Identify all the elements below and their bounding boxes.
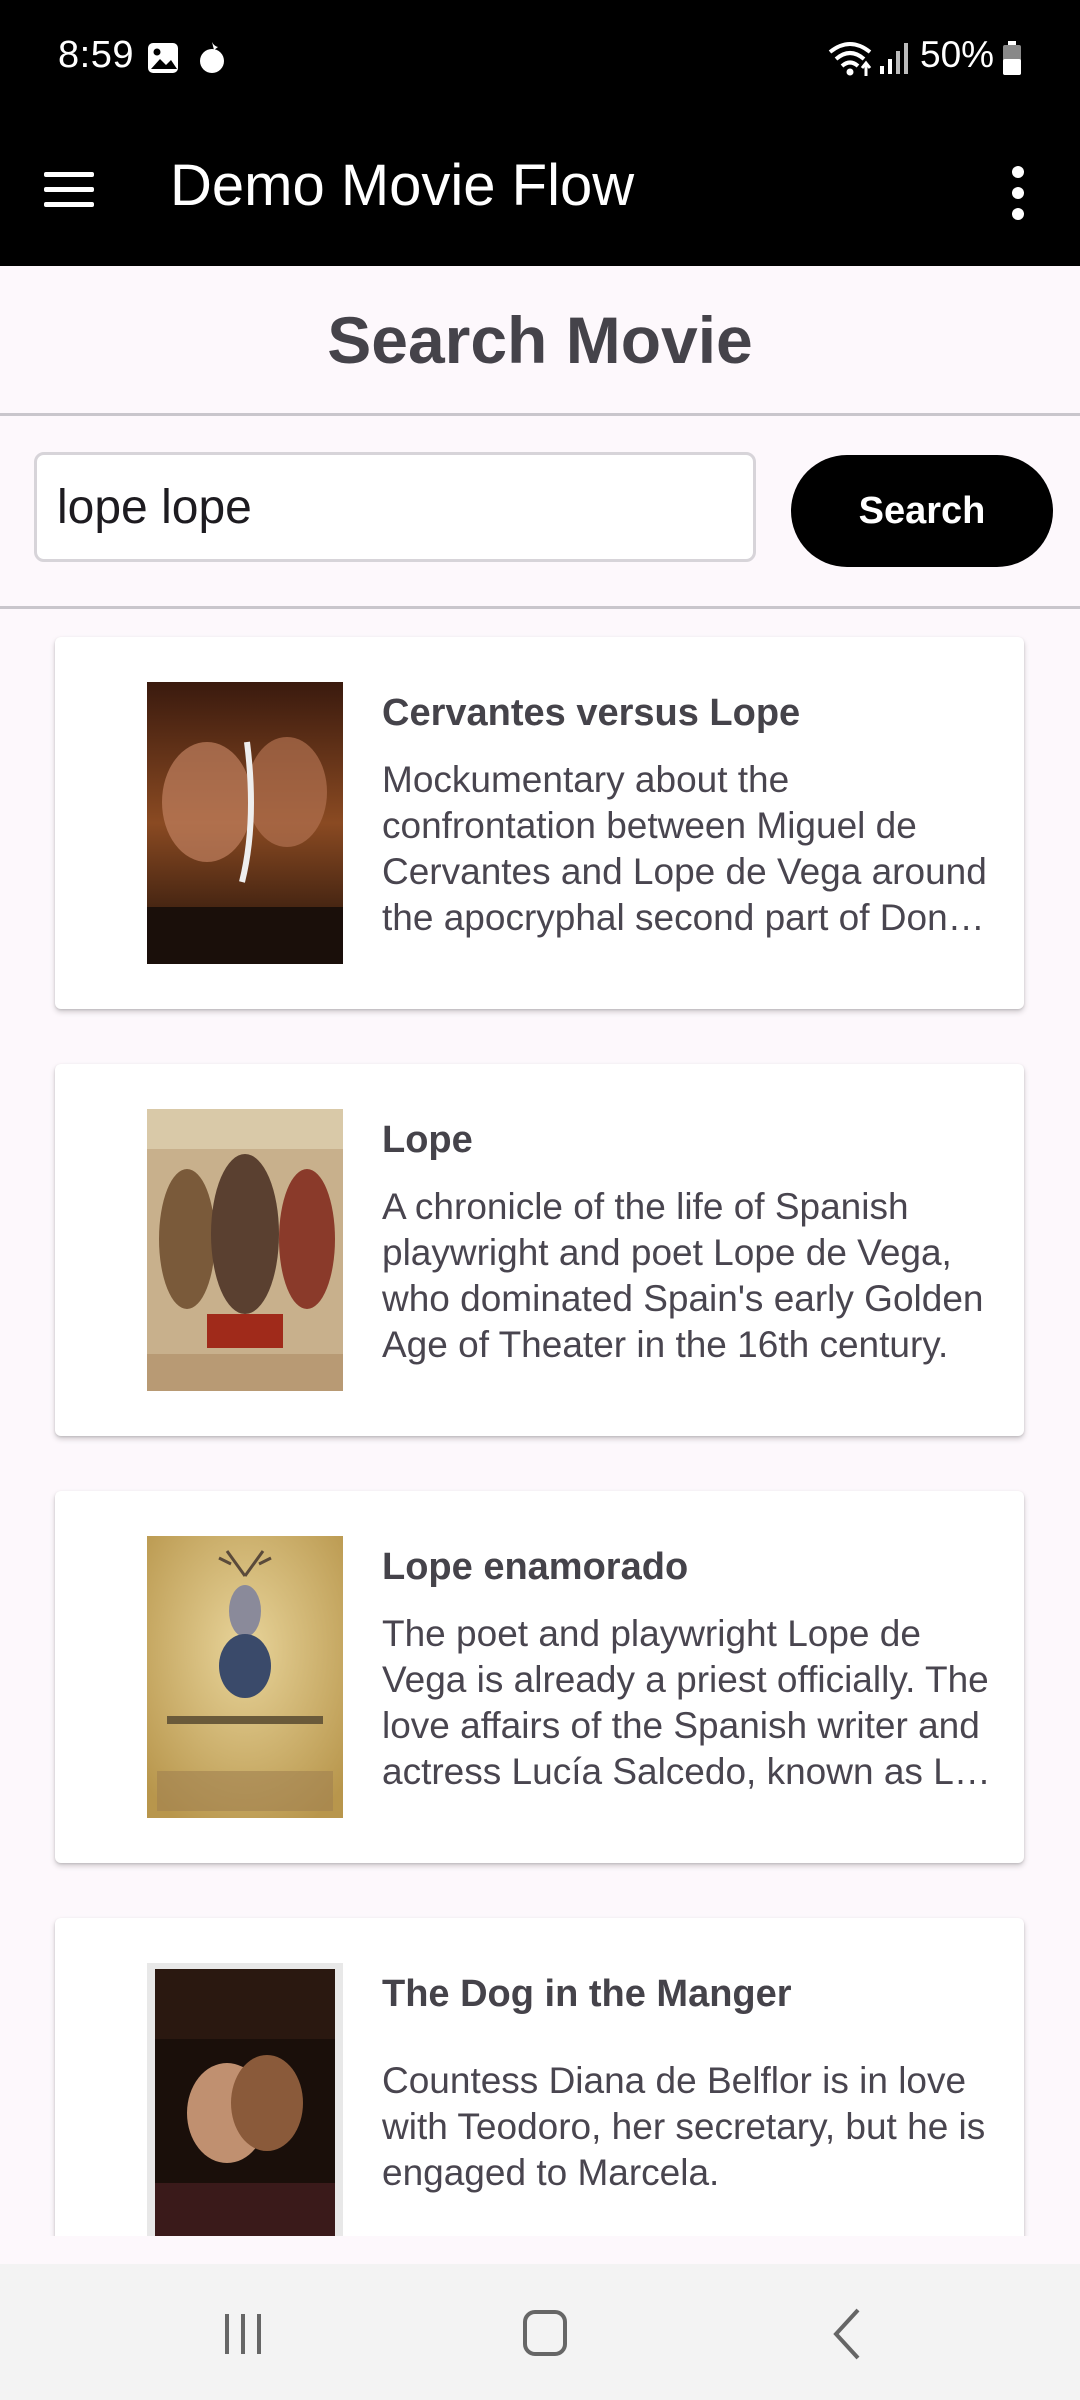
search-input[interactable] xyxy=(34,452,756,562)
movie-title: Lope xyxy=(382,1119,473,1161)
movie-poster xyxy=(147,1963,343,2236)
movie-title: Cervantes versus Lope xyxy=(382,692,801,734)
movie-card[interactable]: Lope A chronicle of the life of Spanish … xyxy=(55,1064,1024,1436)
divider xyxy=(0,413,1080,416)
movie-card[interactable]: Cervantes versus Lope Mockumentary about… xyxy=(55,637,1024,1009)
app-bar: Demo Movie Flow xyxy=(0,118,1080,266)
notification-dot-icon xyxy=(196,40,228,81)
movie-description: Countess Diana de Belflor is in love wit… xyxy=(382,2060,986,2193)
home-icon[interactable] xyxy=(485,2294,605,2374)
status-time: 8:59 xyxy=(58,34,134,76)
movie-poster xyxy=(147,1536,343,1818)
signal-icon xyxy=(878,40,912,81)
movie-description: A chronicle of the life of Spanish playw… xyxy=(382,1186,984,1365)
page-title: Search Movie xyxy=(327,303,753,377)
menu-icon[interactable] xyxy=(40,156,120,228)
more-options-icon[interactable] xyxy=(990,148,1046,238)
movie-description: Mockumentary about the confrontation bet… xyxy=(382,759,987,938)
movie-poster xyxy=(147,682,343,964)
battery-percentage: 50% xyxy=(920,34,995,75)
recent-apps-icon[interactable] xyxy=(183,2294,303,2374)
battery-icon xyxy=(1001,40,1023,81)
search-button[interactable]: Search xyxy=(791,455,1053,567)
system-nav-bar xyxy=(0,2264,1080,2400)
wifi-icon xyxy=(826,38,876,83)
results-list[interactable]: Cervantes versus Lope Mockumentary about… xyxy=(0,609,1080,2236)
movie-title: The Dog in the Manger xyxy=(382,1973,792,2015)
back-icon[interactable] xyxy=(788,2294,908,2374)
app-title: Demo Movie Flow xyxy=(170,153,635,218)
image-icon xyxy=(146,40,182,81)
movie-description: The poet and playwright Lope de Vega is … xyxy=(382,1613,989,1792)
movie-card[interactable]: The Dog in the Manger Countess Diana de … xyxy=(55,1918,1024,2236)
movie-poster xyxy=(147,1109,343,1391)
movie-card[interactable]: Lope enamorado The poet and playwright L… xyxy=(55,1491,1024,1863)
status-bar: 8:59 50% xyxy=(0,0,1080,118)
movie-title: Lope enamorado xyxy=(382,1546,689,1588)
